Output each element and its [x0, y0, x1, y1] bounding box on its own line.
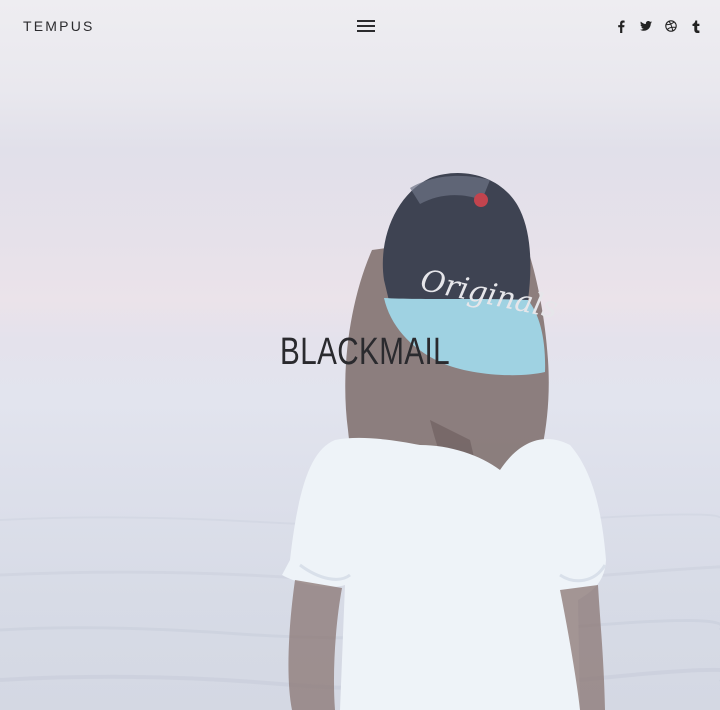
hero-section: Originals BLACKMAIL	[0, 0, 720, 710]
social-links	[608, 16, 708, 36]
cap-button	[474, 193, 488, 207]
hamburger-menu-icon[interactable]	[353, 16, 379, 38]
hero-title: BLACKMAIL	[280, 331, 450, 373]
tumblr-icon[interactable]	[683, 16, 708, 36]
brand-logo[interactable]: TEMPUS	[23, 18, 95, 34]
twitter-icon[interactable]	[633, 16, 658, 36]
dribbble-icon[interactable]	[658, 16, 683, 36]
top-navigation: TEMPUS	[0, 0, 720, 54]
facebook-icon[interactable]	[608, 16, 633, 36]
